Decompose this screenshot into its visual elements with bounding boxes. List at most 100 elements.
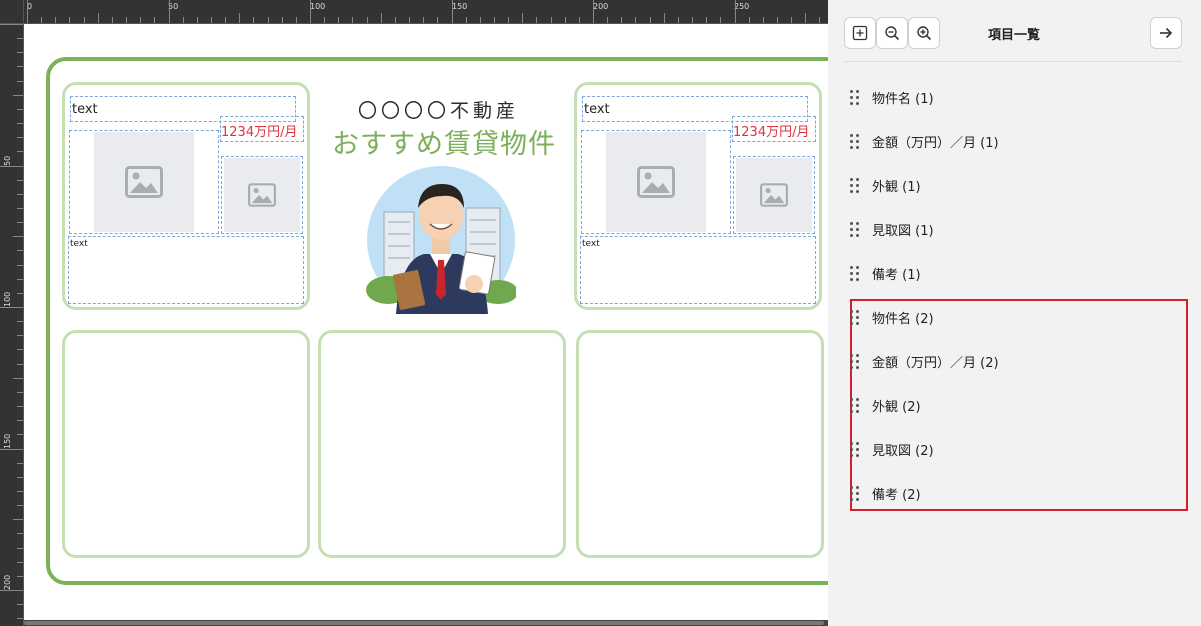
- horizontal-scrollbar[interactable]: [24, 620, 828, 626]
- ruler-tick: [111, 17, 113, 23]
- drag-handle-icon[interactable]: [850, 221, 862, 237]
- drag-handle-icon[interactable]: [850, 177, 862, 193]
- ruler-tick: [17, 52, 23, 54]
- ruler-tick: [663, 13, 665, 23]
- list-item-label: 金額（万円）／月 (1): [872, 135, 999, 151]
- realtor-illustration: [366, 166, 516, 314]
- ruler-tick: [720, 17, 722, 23]
- design-canvas[interactable]: text 1234万円/月 text 〇〇〇〇不動産 おすすめ賃貸物件 text…: [24, 24, 828, 620]
- notes-textbox-2[interactable]: [580, 236, 816, 304]
- ruler-tick: [550, 17, 552, 23]
- price-text-1: 1234万円/月: [221, 125, 298, 140]
- ruler-tick: [17, 335, 23, 337]
- panel-header: 項目一覧: [828, 0, 1201, 62]
- ruler-tick: [564, 17, 566, 23]
- ruler-tick: [607, 17, 609, 23]
- name-text-2: text: [584, 102, 610, 117]
- drag-handle-icon[interactable]: [850, 133, 862, 149]
- ruler-label: 150: [3, 433, 12, 449]
- image-icon: [637, 166, 675, 198]
- notes-textbox-1[interactable]: [68, 236, 304, 304]
- ruler-tick: [338, 17, 340, 23]
- ruler-tick: [17, 490, 23, 492]
- ruler-tick: [17, 604, 23, 606]
- property-card-5[interactable]: [576, 330, 824, 558]
- ruler-label: 200: [3, 574, 12, 590]
- app-window: 0 50 100 150 200 250 50 100 150 200 text…: [0, 0, 1201, 626]
- ruler-tick: [0, 590, 23, 591]
- list-item-property-name-1[interactable]: 物件名 (1): [850, 75, 1170, 119]
- ruler-horizontal: 0 50 100 150 200 250: [24, 0, 828, 24]
- ruler-tick: [536, 17, 538, 23]
- floorplan-image-placeholder-1: [224, 158, 300, 232]
- drag-handle-icon[interactable]: [850, 397, 862, 413]
- ruler-tick: [423, 17, 425, 23]
- close-panel-button[interactable]: [1150, 17, 1182, 49]
- ruler-tick: [13, 519, 23, 521]
- zoom-in-button[interactable]: [908, 17, 940, 49]
- list-item-exterior-1[interactable]: 外観 (1): [850, 163, 1170, 207]
- ruler-tick: [69, 17, 71, 23]
- ruler-tick: [17, 250, 23, 252]
- ruler-tick: [225, 17, 227, 23]
- ruler-tick: [17, 406, 23, 408]
- ruler-tick: [27, 0, 28, 23]
- list-item-label: 外観 (1): [872, 179, 921, 195]
- list-item-notes-2[interactable]: 備考 (2): [850, 471, 1170, 515]
- ruler-tick: [409, 17, 411, 23]
- scrollbar-thumb[interactable]: [24, 621, 824, 625]
- ruler-tick: [154, 17, 156, 23]
- ruler-tick: [17, 38, 23, 40]
- ruler-tick: [791, 17, 793, 23]
- list-item-property-name-2[interactable]: 物件名 (2): [850, 295, 1170, 339]
- ruler-tick: [126, 17, 128, 23]
- drag-handle-icon[interactable]: [850, 265, 862, 281]
- ruler-tick: [310, 0, 311, 23]
- ruler-tick: [17, 547, 23, 549]
- ruler-tick: [692, 17, 694, 23]
- ruler-tick: [394, 17, 396, 23]
- ruler-tick: [649, 17, 651, 23]
- ruler-tick: [13, 236, 23, 238]
- exterior-image-placeholder-2: [606, 132, 706, 232]
- list-item-exterior-2[interactable]: 外観 (2): [850, 383, 1170, 427]
- ruler-tick: [17, 264, 23, 266]
- drag-handle-icon[interactable]: [850, 89, 862, 105]
- ruler-tick: [17, 151, 23, 153]
- list-item-notes-1[interactable]: 備考 (1): [850, 251, 1170, 295]
- list-item-price-2[interactable]: 金額（万円）／月 (2): [850, 339, 1170, 383]
- drag-handle-icon[interactable]: [850, 485, 862, 501]
- price-text-2: 1234万円/月: [733, 125, 810, 140]
- fit-to-screen-button[interactable]: [844, 17, 876, 49]
- notes-text-1: text: [70, 239, 88, 249]
- ruler-tick: [17, 222, 23, 224]
- drag-handle-icon[interactable]: [850, 441, 862, 457]
- ruler-tick: [17, 618, 23, 620]
- ruler-tick: [17, 321, 23, 323]
- ruler-tick: [593, 0, 594, 23]
- zoom-out-button[interactable]: [876, 17, 908, 49]
- ruler-label: 50: [3, 155, 12, 166]
- ruler-tick: [13, 94, 23, 96]
- list-item-floorplan-2[interactable]: 見取図 (2): [850, 427, 1170, 471]
- ruler-tick: [805, 13, 807, 23]
- list-item-label: 物件名 (2): [872, 311, 934, 327]
- ruler-tick: [13, 377, 23, 379]
- drag-handle-icon[interactable]: [850, 309, 862, 325]
- ruler-tick: [17, 349, 23, 351]
- property-card-3[interactable]: [62, 330, 310, 558]
- ruler-tick: [140, 17, 142, 23]
- ruler-tick: [97, 13, 99, 23]
- ruler-label: 50: [168, 2, 179, 11]
- ruler-tick: [17, 420, 23, 422]
- arrow-right-icon: [1160, 27, 1173, 39]
- list-item-floorplan-1[interactable]: 見取図 (1): [850, 207, 1170, 251]
- notes-text-2: text: [582, 239, 600, 249]
- ruler-tick: [762, 17, 764, 23]
- ruler-tick: [295, 17, 297, 23]
- property-card-4[interactable]: [318, 330, 566, 558]
- drag-handle-icon[interactable]: [850, 353, 862, 369]
- name-text-1: text: [72, 102, 98, 117]
- ruler-tick: [635, 17, 637, 23]
- list-item-price-1[interactable]: 金額（万円）／月 (1): [850, 119, 1170, 163]
